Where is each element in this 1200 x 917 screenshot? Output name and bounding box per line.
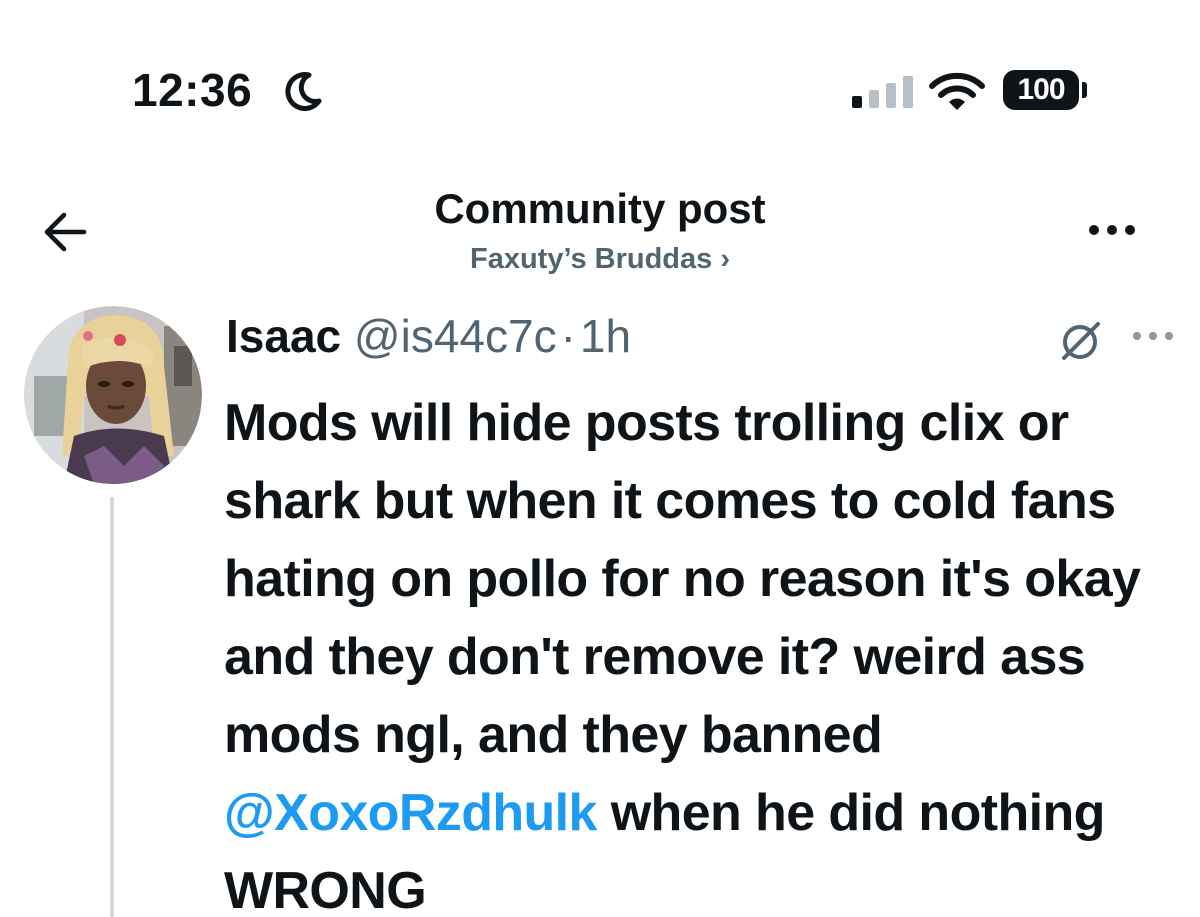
thread-line xyxy=(110,497,114,917)
status-time: 12:36 xyxy=(132,64,253,116)
battery-icon: 100 xyxy=(1003,70,1079,110)
community-link[interactable]: Faxuty’s Bruddas › xyxy=(300,240,900,278)
author-handle[interactable]: @is44c7c xyxy=(354,310,557,362)
battery-nub xyxy=(1082,82,1087,98)
page-title: Community post xyxy=(434,185,766,232)
app-screen: 12:36 100 Community post Faxuty’s Brudda… xyxy=(0,0,1200,917)
post-header: Isaac @is44c7c·1h xyxy=(226,306,631,366)
author-name[interactable]: Isaac xyxy=(226,310,341,362)
more-options-icon[interactable] xyxy=(1080,212,1144,248)
cellular-signal-icon xyxy=(852,76,913,108)
grok-icon[interactable] xyxy=(1052,316,1108,364)
moon-icon xyxy=(285,72,322,111)
meta-separator: · xyxy=(560,310,576,362)
more-options-icon[interactable] xyxy=(1128,324,1178,348)
post-text: Mods will hide posts trolling clix or sh… xyxy=(224,384,1174,917)
avatar[interactable] xyxy=(24,306,202,484)
post-time[interactable]: 1h xyxy=(580,310,631,362)
wifi-icon xyxy=(929,72,985,110)
post-text-body: Mods will hide posts trolling clix or sh… xyxy=(224,394,1141,764)
back-arrow-icon[interactable] xyxy=(34,200,98,264)
mention-link[interactable]: @XoxoRzdhulk xyxy=(224,784,597,842)
